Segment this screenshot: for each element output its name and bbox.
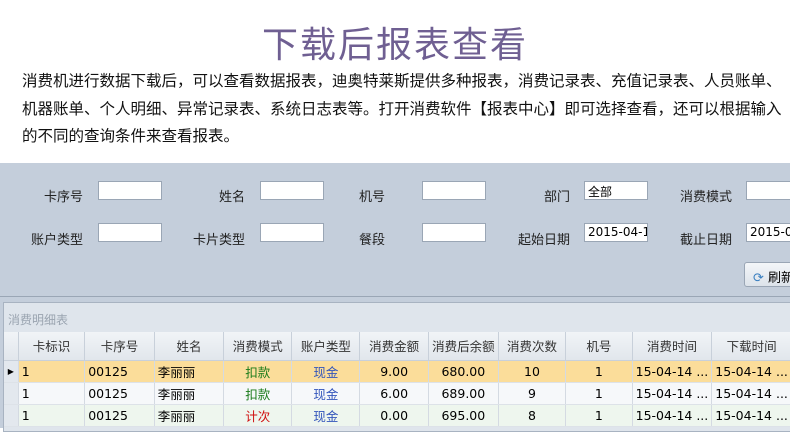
table-cell: 15-04-14 ... xyxy=(632,404,713,427)
table-cell: 计次 xyxy=(223,404,293,427)
row-indicator: ▶ xyxy=(4,360,19,383)
table-cell: 15-04-14 ... xyxy=(632,360,713,383)
table-row[interactable]: 1 00125 李丽丽 扣款 现金 6.00 689.00 9 1 15-04-14 ... 15-… xyxy=(4,382,790,405)
dept-label: 部门 xyxy=(543,190,570,205)
table-cell: 9.00 xyxy=(359,360,429,383)
table-cell: 现金 xyxy=(291,382,361,405)
column-header[interactable]: 消费金额 xyxy=(359,332,429,361)
table-cell: 1 xyxy=(18,382,86,405)
start-date-input[interactable]: 2015-04-14 xyxy=(584,223,648,242)
column-header[interactable]: 姓名 xyxy=(154,332,225,361)
column-header[interactable]: 消费时间 xyxy=(632,332,713,361)
end-date-label: 截止日期 xyxy=(679,233,732,248)
table-row[interactable]: 1 00125 李丽丽 计次 现金 0.00 695.00 8 1 15-04-14 ... 15-… xyxy=(4,404,790,427)
table-cell: 10 xyxy=(498,360,567,383)
table-cell: 00125 xyxy=(84,404,155,427)
table-cell: 689.00 xyxy=(428,382,499,405)
column-header[interactable]: 消费模式 xyxy=(223,332,293,361)
mode-input[interactable] xyxy=(746,181,790,200)
card-no-input[interactable] xyxy=(98,181,162,200)
table-cell: 15-04-14 ... xyxy=(632,382,713,405)
mode-label: 消费模式 xyxy=(679,190,732,205)
column-header[interactable]: 消费次数 xyxy=(498,332,567,361)
table-cell: 00125 xyxy=(84,360,155,383)
table-cell: 15-04-14 ... xyxy=(711,360,790,383)
table-row[interactable]: ▶ 1 00125 李丽丽 扣款 现金 9.00 680.00 10 1 15-04-14 ... 1… xyxy=(4,360,790,383)
table-cell: 扣款 xyxy=(223,382,293,405)
table-cell: 8 xyxy=(498,404,567,427)
table-cell: 0.00 xyxy=(359,404,429,427)
detail-grid: 消费明细表 卡标识 卡序号 姓名 消费模式 账户类型 消费金额 消费后余额 消费次数 机号 消费时… xyxy=(3,302,790,432)
table-cell: 680.00 xyxy=(428,360,499,383)
table-cell: 1 xyxy=(18,404,86,427)
dept-input[interactable]: 全部 xyxy=(584,181,648,200)
column-header[interactable]: 卡标识 xyxy=(18,332,86,361)
card-no-label: 卡序号 xyxy=(43,190,83,205)
column-header[interactable]: 下载时间 xyxy=(711,332,790,361)
account-type-input[interactable] xyxy=(98,223,162,242)
table-cell: 现金 xyxy=(291,404,361,427)
data-table: 卡标识 卡序号 姓名 消费模式 账户类型 消费金额 消费后余额 消费次数 机号 消费时间 下载时间 … xyxy=(4,332,790,427)
start-date-label: 起始日期 xyxy=(517,233,570,248)
column-header[interactable]: 消费后余额 xyxy=(428,332,499,361)
meal-label: 餐段 xyxy=(358,233,385,248)
table-cell: 1 xyxy=(565,360,633,383)
table-cell: 695.00 xyxy=(428,404,499,427)
table-cell: 9 xyxy=(498,382,567,405)
refresh-icon: ⟳ xyxy=(753,271,764,286)
table-cell: 现金 xyxy=(291,360,361,383)
row-indicator xyxy=(4,404,19,427)
machine-input[interactable] xyxy=(422,181,486,200)
divider xyxy=(0,296,790,297)
account-type-label: 账户类型 xyxy=(30,233,83,248)
table-cell: 1 xyxy=(565,382,633,405)
column-header[interactable]: 机号 xyxy=(565,332,633,361)
description: 消费机进行数据下载后，可以查看数据报表，迪奥特莱斯提供多种报表，消费记录表、充值… xyxy=(22,72,782,145)
table-cell: 李丽丽 xyxy=(154,382,225,405)
name-label: 姓名 xyxy=(218,190,245,205)
grid-caption: 消费明细表 xyxy=(8,313,69,327)
row-indicator-header xyxy=(4,332,19,361)
machine-label: 机号 xyxy=(358,190,385,205)
table-cell: 李丽丽 xyxy=(154,404,225,427)
column-header[interactable]: 账户类型 xyxy=(291,332,361,361)
table-cell: 00125 xyxy=(84,382,155,405)
table-cell: 扣款 xyxy=(223,360,293,383)
table-cell: 15-04-14 ... xyxy=(711,382,790,405)
card-type-label: 卡片类型 xyxy=(192,233,245,248)
row-indicator xyxy=(4,382,19,405)
table-cell: 6.00 xyxy=(359,382,429,405)
table-cell: 1 xyxy=(18,360,86,383)
table-cell: 15-04-14 ... xyxy=(711,404,790,427)
table-cell: 1 xyxy=(565,404,633,427)
refresh-label: 刷新 xyxy=(768,271,790,286)
end-date-input[interactable]: 2015-04-14 xyxy=(746,223,790,242)
table-cell: 李丽丽 xyxy=(154,360,225,383)
column-header[interactable]: 卡序号 xyxy=(84,332,155,361)
refresh-button[interactable]: ⟳ 刷新 xyxy=(744,262,790,287)
page-title: 下载后报表查看 xyxy=(261,25,528,66)
meal-input[interactable] xyxy=(422,223,486,242)
